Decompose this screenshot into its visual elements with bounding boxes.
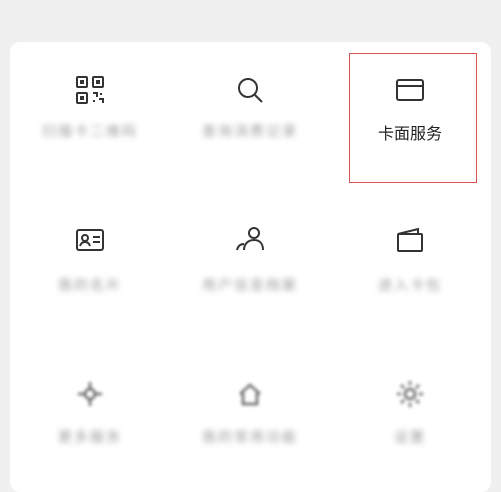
wallet-icon [392,222,428,258]
menu-item-feature-7[interactable]: 更多服务 [10,362,170,482]
person-icon [232,222,268,258]
menu-item-profile[interactable]: 用户信息档案 [170,202,330,342]
menu-item-id-card[interactable]: 我的名片 [10,202,170,342]
menu-item-label: 用户信息档案 [202,278,298,294]
menu-item-label: 更多服务 [58,430,122,446]
qr-code-icon [72,72,108,108]
menu-item-qr-code[interactable]: 扫描卡二维码 [10,42,170,187]
top-band [0,0,501,40]
menu-item-feature-8[interactable]: 我的常用功能 [170,362,330,482]
home-icon [232,376,268,412]
menu-item-label: 我的名片 [58,278,122,294]
menu-item-search[interactable]: 查询消费记录 [170,42,330,187]
gear-icon [392,376,428,412]
puzzle-icon [72,376,108,412]
menu-item-label: 进入卡包 [378,278,442,294]
search-icon [232,72,268,108]
id-card-icon [72,222,108,258]
menu-item-settings[interactable]: 设置 [330,362,490,482]
highlight-box [349,53,477,183]
menu-item-wallet[interactable]: 进入卡包 [330,202,490,342]
menu-item-label: 扫描卡二维码 [42,124,138,140]
menu-item-label: 查询消费记录 [202,124,298,140]
menu-item-label: 我的常用功能 [202,430,298,446]
menu-item-label: 设置 [394,430,426,446]
menu-grid: 扫描卡二维码 查询消费记录 卡面服务 我的名片 用户信息档案 进入卡包 更多服务… [10,42,491,482]
